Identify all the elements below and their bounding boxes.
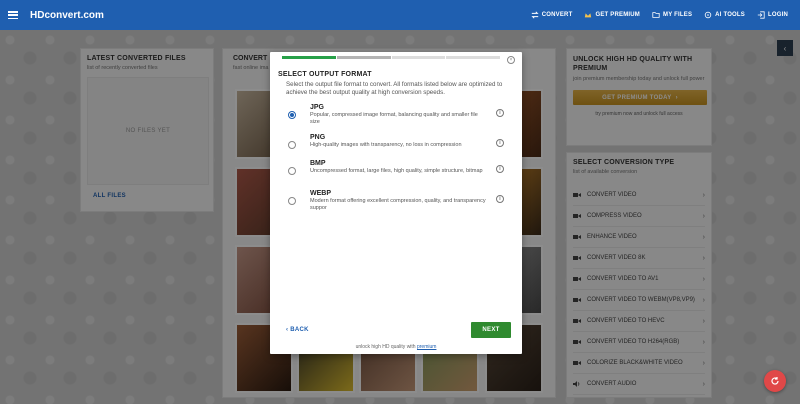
info-icon[interactable]: i [496,109,504,117]
step-progress [282,56,500,60]
folder-icon [652,12,660,18]
next-button[interactable]: NEXT [471,322,511,338]
option-description: Popular, compressed image format, balanc… [310,112,478,125]
main-nav: CONVERT GET PREMIUM MY FILES AI TOOLS LO… [531,11,788,19]
nav-ai-label: AI TOOLS [715,12,745,18]
progress-step [446,56,500,59]
radio-button[interactable] [288,141,296,149]
nav-get-premium[interactable]: GET PREMIUM [584,11,640,19]
format-option-bmp[interactable]: BMP Uncompressed format, large files, hi… [288,160,510,175]
hamburger-menu-icon[interactable] [8,11,18,19]
radio-button[interactable] [288,197,296,205]
modal-title: SELECT OUTPUT FORMAT [278,71,372,78]
progress-step [336,56,391,59]
progress-step [391,56,446,59]
format-option-png[interactable]: PNG High-quality images with transparenc… [288,134,510,149]
option-text: PNG High-quality images with transparenc… [310,134,486,149]
option-description: Modern format offering excellent compres… [310,198,486,211]
nav-convert-label: CONVERT [541,12,573,18]
option-name: BMP [310,160,326,167]
radio-button[interactable] [288,111,296,119]
option-text: BMP Uncompressed format, large files, hi… [310,160,486,175]
login-icon [757,11,765,19]
crown-icon [585,13,592,18]
site-logo[interactable]: HDconvert.com [30,10,104,21]
format-option-jpg[interactable]: JPG Popular, compressed image format, ba… [288,104,510,125]
option-name: PNG [310,134,326,141]
option-text: WEBP Modern format offering excellent co… [310,190,486,211]
nav-my-files[interactable]: MY FILES [652,11,692,19]
nav-files-label: MY FILES [663,12,693,18]
option-description: High-quality images with transparency, n… [310,142,462,148]
info-icon[interactable]: i [496,195,504,203]
output-format-modal: × SELECT OUTPUT FORMAT Select the output… [270,52,522,354]
premium-link[interactable]: premium [417,344,436,350]
option-name: JPG [310,104,325,111]
progress-step-done [282,56,336,59]
back-label: BACK [290,327,309,333]
unlock-text: unlock high HD quality with [355,344,416,350]
nav-ai-tools[interactable]: AI TOOLS [704,11,745,19]
info-icon[interactable]: i [496,165,504,173]
ai-icon [704,11,712,19]
top-navbar: HDconvert.com CONVERT GET PREMIUM MY FIL… [0,0,800,30]
format-option-webp[interactable]: WEBP Modern format offering excellent co… [288,190,510,211]
nav-login[interactable]: LOGIN [757,11,788,19]
option-name: WEBP [310,190,331,197]
option-text: JPG Popular, compressed image format, ba… [310,104,486,125]
unlock-note: unlock high HD quality with premium [270,344,522,350]
option-description: Uncompressed format, large files, high q… [310,168,483,174]
radio-button[interactable] [288,167,296,175]
nav-login-label: LOGIN [768,12,788,18]
back-button[interactable]: ‹ BACK [286,327,309,333]
close-icon[interactable]: × [507,56,515,64]
next-label: NEXT [482,327,500,333]
nav-convert[interactable]: CONVERT [531,11,573,19]
refresh-icon [771,377,779,385]
convert-icon [531,11,539,19]
info-icon[interactable]: i [496,139,504,147]
modal-description: Select the output file format to convert… [286,81,503,96]
floating-action-button[interactable] [764,370,786,392]
nav-premium-label: GET PREMIUM [595,12,640,18]
